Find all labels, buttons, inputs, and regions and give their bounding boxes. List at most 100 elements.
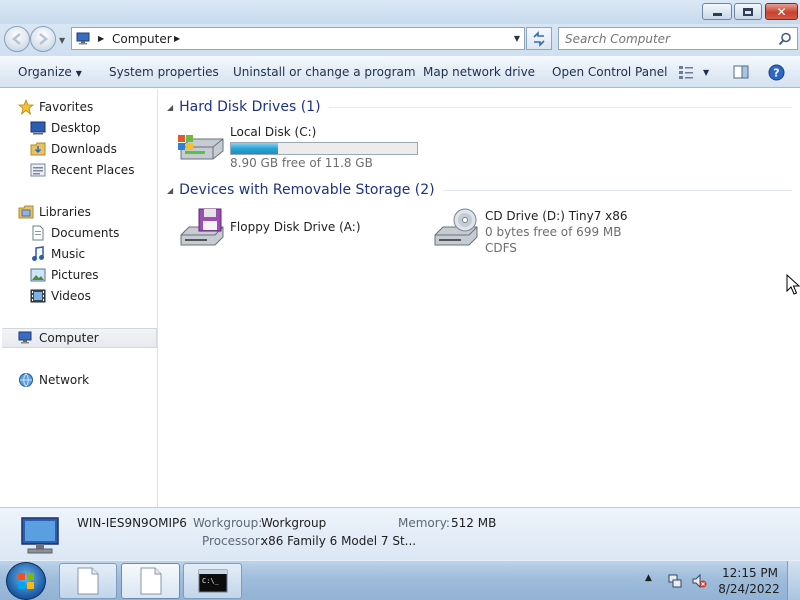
collapse-triangle-icon[interactable]: ◢ <box>167 186 173 195</box>
system-properties-button[interactable]: System properties <box>109 65 219 79</box>
sidebar-item-label: Favorites <box>39 100 94 114</box>
computer-icon <box>21 517 59 554</box>
workgroup-label: Workgroup: <box>193 516 263 530</box>
preview-pane-icon[interactable] <box>733 64 749 80</box>
sidebar-item-downloads[interactable]: Downloads <box>30 139 158 159</box>
command-prompt-icon: C:\_ <box>198 569 227 593</box>
back-arrow-icon <box>12 33 21 45</box>
sidebar-item-favorites[interactable]: Favorites <box>18 97 158 117</box>
computer-icon <box>76 32 90 45</box>
sidebar-item-label: Pictures <box>51 268 99 282</box>
breadcrumb-arrow-icon[interactable]: ▶ <box>174 34 180 43</box>
mouse-cursor-icon <box>786 274 800 295</box>
organize-label: Organize <box>18 65 72 79</box>
uninstall-program-button[interactable]: Uninstall or change a program <box>233 65 416 79</box>
capacity-bar-fill <box>231 143 278 154</box>
svg-text:C:\_: C:\_ <box>202 577 220 585</box>
maximize-icon <box>743 7 753 16</box>
group-title: Hard Disk Drives (1) <box>179 99 321 115</box>
search-input[interactable] <box>565 29 775 49</box>
sidebar-item-label: Libraries <box>39 205 91 219</box>
sidebar-item-label: Recent Places <box>51 163 135 177</box>
hard-disk-icon <box>178 135 224 160</box>
processor-value: x86 Family 6 Model 7 St... <box>261 534 417 548</box>
refresh-button[interactable] <box>526 27 552 50</box>
navigation-pane: Favorites Desktop Downloads Recent Place… <box>0 89 158 507</box>
group-title: Devices with Removable Storage (2) <box>179 182 435 198</box>
sidebar-item-label: Documents <box>51 226 120 240</box>
taskbar-app-document-2[interactable] <box>121 563 180 599</box>
document-icon <box>140 567 161 595</box>
sidebar-item-label: Downloads <box>51 142 117 156</box>
content-pane: ◢ Hard Disk Drives (1) Local Disk (C:) 8… <box>159 89 800 507</box>
minimize-button[interactable] <box>702 3 732 20</box>
title-bar: ✕ <box>0 0 800 24</box>
clock-date[interactable]: 8/24/2022 <box>718 582 780 596</box>
music-icon <box>30 246 46 262</box>
breadcrumb-computer[interactable]: Computer <box>112 32 172 46</box>
back-button[interactable] <box>4 26 30 52</box>
address-dropdown-icon[interactable]: ▼ <box>514 34 520 43</box>
computer-icon <box>18 330 34 346</box>
drive-item-local-disk-c[interactable]: Local Disk (C:) 8.90 GB free of 11.8 GB <box>177 123 427 171</box>
star-icon <box>18 99 34 115</box>
forward-button[interactable] <box>30 26 56 52</box>
show-hidden-icons-icon[interactable]: ▲ <box>645 573 652 583</box>
group-header-removable[interactable]: ◢ Devices with Removable Storage (2) <box>167 180 792 200</box>
svg-text:?: ? <box>773 67 779 80</box>
show-desktop-button[interactable] <box>787 561 800 600</box>
sidebar-item-label: Desktop <box>51 121 101 135</box>
cd-drive-icon <box>434 208 478 246</box>
sidebar-item-pictures[interactable]: Pictures <box>30 265 158 285</box>
group-divider <box>442 189 792 191</box>
clock-time[interactable]: 12:15 PM <box>722 566 778 580</box>
drive-item-floppy-a[interactable]: Floppy Disk Drive (A:) <box>177 207 407 255</box>
sidebar-item-desktop[interactable]: Desktop <box>30 118 158 138</box>
sidebar-item-music[interactable]: Music <box>30 244 158 264</box>
chevron-down-icon: ▼ <box>75 69 82 78</box>
group-header-hard-disks[interactable]: ◢ Hard Disk Drives (1) <box>167 97 792 117</box>
organize-button[interactable]: Organize ▼ <box>18 65 82 79</box>
folder-icon <box>30 141 46 157</box>
explorer-window: ✕ ▼ ▶ Computer ▶ ▼ Search Computer Organ… <box>0 0 800 560</box>
breadcrumb-arrow-icon[interactable]: ▶ <box>98 34 104 43</box>
computer-name: WIN-IES9N9OMIP6 <box>77 516 187 530</box>
drive-name: CD Drive (D:) Tiny7 x86 <box>485 209 628 223</box>
navigation-bar: ▼ ▶ Computer ▶ ▼ <box>0 24 800 56</box>
close-icon: ✕ <box>776 4 787 19</box>
view-options-chevron-icon[interactable]: ▼ <box>703 68 709 77</box>
sidebar-item-network[interactable]: Network <box>18 370 158 390</box>
help-icon[interactable]: ? <box>768 64 785 81</box>
documents-icon <box>30 225 46 241</box>
taskbar-app-command-prompt[interactable]: C:\_ <box>183 563 242 599</box>
taskbar-app-document-1[interactable] <box>59 563 117 599</box>
sidebar-item-documents[interactable]: Documents <box>30 223 158 243</box>
change-view-icon[interactable] <box>678 64 694 80</box>
address-bar[interactable]: ▶ Computer ▶ ▼ <box>71 27 525 50</box>
drive-free-space: 8.90 GB free of 11.8 GB <box>230 156 373 170</box>
volume-muted-icon[interactable] <box>691 573 707 589</box>
search-icon[interactable] <box>778 32 792 46</box>
close-button[interactable]: ✕ <box>765 3 798 20</box>
sidebar-item-videos[interactable]: Videos <box>30 286 158 306</box>
start-button[interactable] <box>6 562 46 600</box>
drive-item-cd-d[interactable]: CD Drive (D:) Tiny7 x86 0 bytes free of … <box>431 207 681 255</box>
recent-places-icon <box>30 162 46 178</box>
sidebar-item-computer[interactable]: Computer <box>2 328 157 348</box>
sidebar-item-recent-places[interactable]: Recent Places <box>30 160 158 180</box>
taskbar: C:\_ ▲ 12:15 PM 8/24/2022 <box>0 560 800 600</box>
network-icon <box>18 372 34 388</box>
collapse-triangle-icon[interactable]: ◢ <box>167 103 173 112</box>
maximize-button[interactable] <box>734 3 762 20</box>
open-control-panel-button[interactable]: Open Control Panel <box>552 65 667 79</box>
recent-pages-dropdown[interactable]: ▼ <box>59 36 65 45</box>
search-box[interactable] <box>558 27 798 50</box>
sidebar-item-label: Music <box>51 247 86 261</box>
videos-icon <box>30 288 46 304</box>
sidebar-item-label: Network <box>39 373 90 387</box>
network-tray-icon[interactable] <box>667 573 683 589</box>
minimize-icon <box>712 13 722 16</box>
map-network-drive-button[interactable]: Map network drive <box>423 65 535 79</box>
capacity-bar <box>230 142 418 155</box>
sidebar-item-libraries[interactable]: Libraries <box>18 202 158 222</box>
